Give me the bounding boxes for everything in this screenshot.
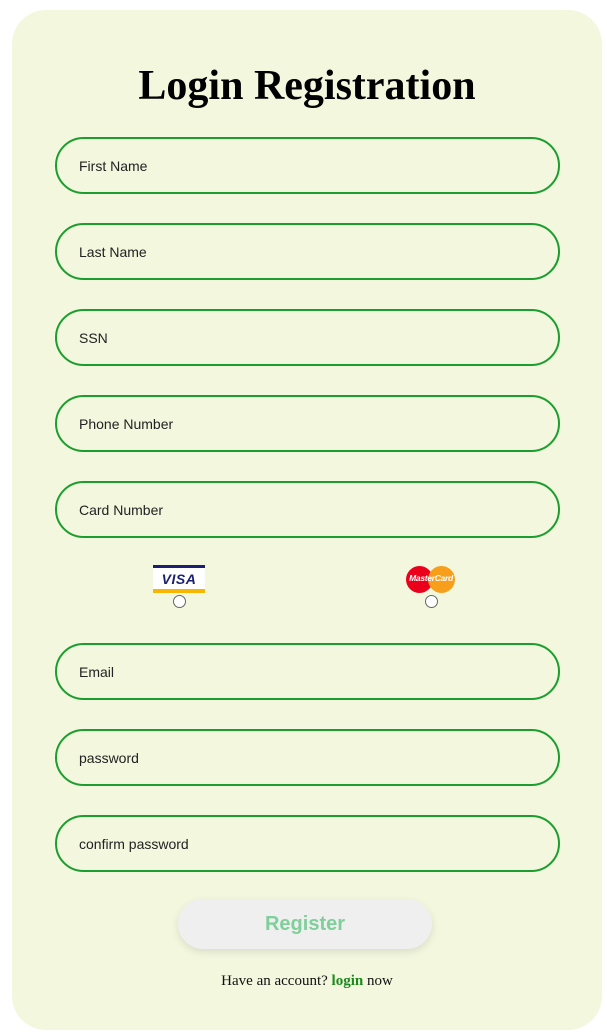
login-link[interactable]: login [332, 973, 364, 989]
login-prompt-prefix: Have an account? [221, 973, 332, 989]
confirm-password-input[interactable] [55, 815, 560, 872]
phone-number-input[interactable] [55, 395, 560, 452]
visa-radio[interactable] [172, 595, 186, 608]
registration-card: Login Registration VISA MasterCard Regis… [12, 10, 602, 1030]
visa-option[interactable]: VISA [149, 565, 209, 608]
login-prompt-suffix: now [363, 973, 393, 989]
page-title: Login Registration [138, 63, 476, 109]
visa-logo-text: VISA [161, 570, 197, 587]
card-number-input[interactable] [55, 481, 560, 538]
first-name-input[interactable] [55, 137, 560, 194]
email-input[interactable] [55, 643, 560, 700]
ssn-input[interactable] [55, 309, 560, 366]
register-button[interactable]: Register [178, 899, 432, 949]
mastercard-logo-icon: MasterCard [404, 565, 458, 593]
last-name-input[interactable] [55, 223, 560, 280]
password-input[interactable] [55, 729, 560, 786]
visa-logo-icon: VISA [153, 565, 205, 593]
mastercard-option[interactable]: MasterCard [401, 565, 461, 608]
mastercard-logo-text: MasterCard [409, 573, 453, 583]
login-prompt: Have an account? login now [12, 973, 602, 990]
mastercard-radio[interactable] [424, 595, 438, 608]
